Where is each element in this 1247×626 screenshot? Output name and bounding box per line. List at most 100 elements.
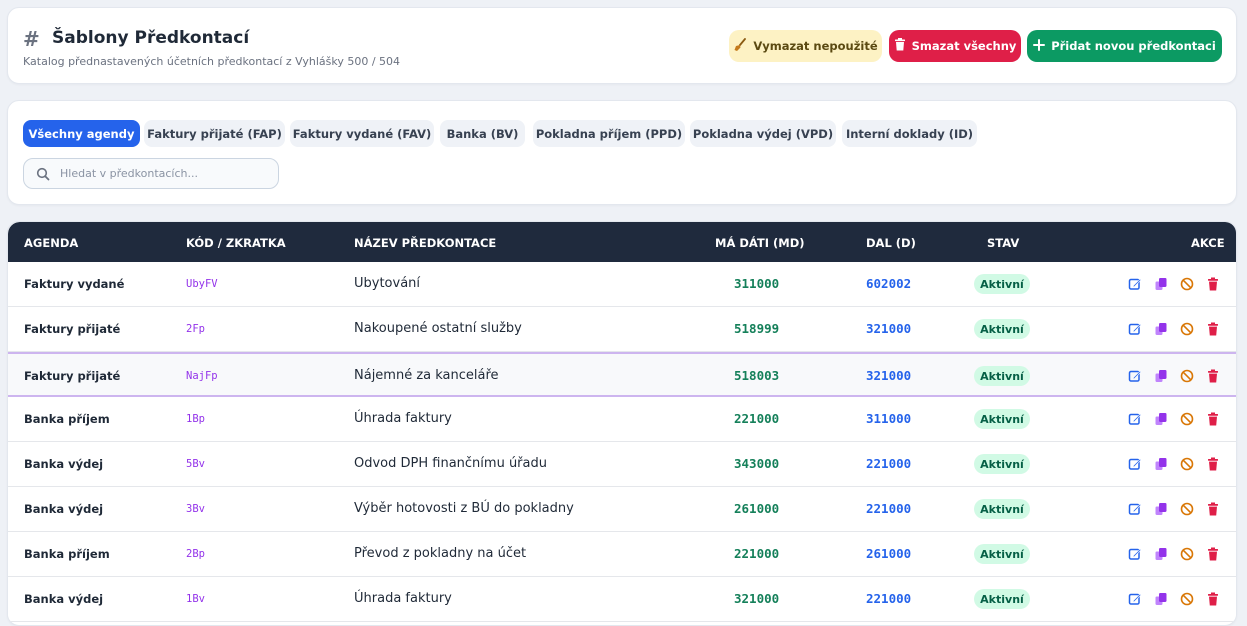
dal-account-cell: 221000: [866, 591, 912, 606]
copy-icon[interactable]: [1154, 412, 1168, 426]
disable-icon[interactable]: [1180, 369, 1194, 383]
col-name[interactable]: NÁZEV PŘEDKONTACE: [354, 236, 496, 250]
edit-icon[interactable]: [1128, 502, 1142, 516]
col-status[interactable]: STAV: [987, 236, 1019, 250]
disable-icon[interactable]: [1180, 592, 1194, 606]
md-account-cell: 518999: [734, 321, 780, 336]
search-box: [23, 158, 279, 189]
md-account-cell: 221000: [734, 411, 780, 426]
tab-all[interactable]: Všechny agendy: [23, 120, 140, 147]
search-icon: [36, 167, 50, 181]
trash-icon[interactable]: [1206, 277, 1220, 291]
edit-icon[interactable]: [1128, 322, 1142, 336]
add-template-button[interactable]: Přidat novou předkontaci: [1027, 30, 1222, 62]
md-account-cell: 221000: [734, 546, 780, 561]
dal-account-cell: 261000: [866, 546, 912, 561]
tab-ppd[interactable]: Pokladna příjem (PPD): [533, 120, 685, 147]
name-cell: Nakoupené ostatní služby: [354, 321, 522, 336]
agenda-cell: Faktury vydané: [24, 277, 125, 291]
disable-icon[interactable]: [1180, 547, 1194, 561]
clear-unused-button[interactable]: Vymazat nepoužité: [729, 30, 882, 62]
name-cell: Výběr hotovosti z BÚ do pokladny: [354, 501, 574, 516]
disable-icon[interactable]: [1180, 277, 1194, 291]
trash-icon[interactable]: [1206, 592, 1220, 606]
col-md[interactable]: MÁ DÁTI (MD): [715, 236, 805, 250]
status-badge: Aktivní: [974, 366, 1030, 386]
table-row[interactable]: Banka výdej 3Bv Výběr hotovosti z BÚ do …: [8, 487, 1236, 532]
copy-icon[interactable]: [1154, 547, 1168, 561]
edit-icon[interactable]: [1128, 369, 1142, 383]
copy-icon[interactable]: [1154, 322, 1168, 336]
tab-fav[interactable]: Faktury vydané (FAV): [290, 120, 434, 147]
trash-icon[interactable]: [1206, 369, 1220, 383]
delete-all-button[interactable]: Smazat všechny: [889, 30, 1021, 62]
page-header: # Šablony Předkontací Katalog přednastav…: [7, 7, 1237, 84]
status-badge: Aktivní: [974, 589, 1030, 609]
table-row[interactable]: Banka výdej 5Bv Odvod DPH finančnímu úřa…: [8, 442, 1236, 487]
dal-account-cell: 321000: [866, 368, 912, 383]
copy-icon[interactable]: [1154, 592, 1168, 606]
md-account-cell: 321000: [734, 591, 780, 606]
trash-icon[interactable]: [1206, 412, 1220, 426]
agenda-cell: Banka příjem: [24, 412, 110, 426]
md-account-cell: 518003: [734, 368, 780, 383]
code-cell: 5Bv: [186, 458, 205, 470]
col-code[interactable]: KÓD / ZKRATKA: [186, 236, 286, 250]
filter-panel: Všechny agendy Faktury přijaté (FAP) Fak…: [7, 100, 1237, 205]
disable-icon[interactable]: [1180, 322, 1194, 336]
copy-icon[interactable]: [1154, 457, 1168, 471]
delete-all-label: Smazat všechny: [911, 39, 1017, 53]
status-badge: Aktivní: [974, 499, 1030, 519]
agenda-cell: Faktury přijaté: [24, 369, 121, 383]
copy-icon[interactable]: [1154, 502, 1168, 516]
status-badge: Aktivní: [974, 544, 1030, 564]
trash-icon[interactable]: [1206, 547, 1220, 561]
copy-icon[interactable]: [1154, 369, 1168, 383]
col-agenda[interactable]: AGENDA: [24, 236, 78, 250]
add-template-label: Přidat novou předkontaci: [1051, 39, 1216, 53]
code-cell: 2Bp: [186, 548, 205, 560]
md-account-cell: 261000: [734, 501, 780, 516]
name-cell: Odvod DPH finančnímu úřadu: [354, 456, 547, 471]
table-row[interactable]: Banka příjem 2Bp Převod z pokladny na úč…: [8, 532, 1236, 577]
dal-account-cell: 311000: [866, 411, 912, 426]
broom-icon: [733, 37, 747, 55]
agenda-cell: Banka výdej: [24, 502, 104, 516]
tab-fap[interactable]: Faktury přijaté (FAP): [144, 120, 285, 147]
table-row[interactable]: Faktury přijaté 2Fp Nakoupené ostatní sl…: [8, 307, 1236, 352]
edit-icon[interactable]: [1128, 592, 1142, 606]
edit-icon[interactable]: [1128, 457, 1142, 471]
dal-account-cell: 602002: [866, 276, 912, 291]
status-badge: Aktivní: [974, 319, 1030, 339]
copy-icon[interactable]: [1154, 277, 1168, 291]
edit-icon[interactable]: [1128, 547, 1142, 561]
code-cell: 2Fp: [186, 323, 205, 335]
trash-icon[interactable]: [1206, 502, 1220, 516]
table-row[interactable]: Banka výdej 1Bv Úhrada faktury 321000 22…: [8, 577, 1236, 622]
disable-icon[interactable]: [1180, 502, 1194, 516]
tab-vpd[interactable]: Pokladna výdej (VPD): [690, 120, 836, 147]
plus-icon: [1033, 38, 1046, 54]
code-cell: 3Bv: [186, 503, 205, 515]
md-account-cell: 311000: [734, 276, 780, 291]
status-badge: Aktivní: [974, 454, 1030, 474]
table-row[interactable]: Faktury vydané UbyFV Ubytování 311000 60…: [8, 262, 1236, 307]
tab-id[interactable]: Interní doklady (ID): [842, 120, 977, 147]
agenda-cell: Faktury přijaté: [24, 322, 121, 336]
trash-icon[interactable]: [1206, 457, 1220, 471]
name-cell: Úhrada faktury: [354, 591, 452, 606]
disable-icon[interactable]: [1180, 412, 1194, 426]
clear-unused-label: Vymazat nepoužité: [753, 39, 878, 53]
trash-icon[interactable]: [1206, 322, 1220, 336]
search-input[interactable]: [60, 159, 270, 188]
disable-icon[interactable]: [1180, 457, 1194, 471]
trash-icon: [894, 38, 906, 54]
table-row[interactable]: Faktury přijaté NajFp Nájemné za kancelá…: [8, 352, 1236, 397]
dal-account-cell: 321000: [866, 321, 912, 336]
edit-icon[interactable]: [1128, 412, 1142, 426]
tab-bv[interactable]: Banka (BV): [440, 120, 525, 147]
edit-icon[interactable]: [1128, 277, 1142, 291]
table-row[interactable]: Banka příjem 1Bp Úhrada faktury 221000 3…: [8, 397, 1236, 442]
md-account-cell: 343000: [734, 456, 780, 471]
col-dal[interactable]: DAL (D): [866, 236, 916, 250]
